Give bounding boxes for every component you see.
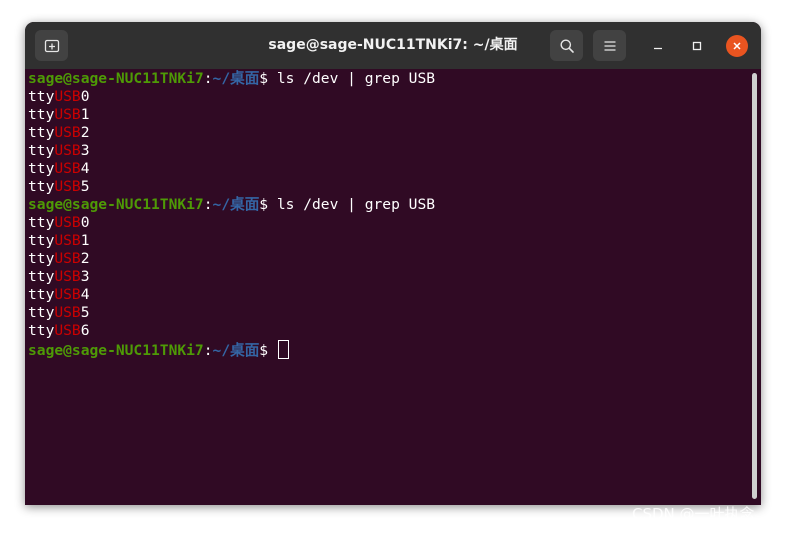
terminal-area[interactable]: sage@sage-NUC11TNKi7:~/桌面$ ls /dev | gre… xyxy=(25,69,761,505)
output-suffix: 5 xyxy=(80,178,90,195)
grep-match: USB xyxy=(54,304,81,321)
prompt-user: sage@sage-NUC11TNKi7 xyxy=(28,342,204,359)
output-prefix: tty xyxy=(28,88,55,105)
grep-match: USB xyxy=(54,160,81,177)
output-suffix: 4 xyxy=(80,160,90,177)
grep-match: USB xyxy=(54,250,81,267)
prompt-symbol: $ xyxy=(259,70,277,87)
output-prefix: tty xyxy=(28,322,55,339)
scrollbar[interactable] xyxy=(752,73,757,499)
grep-match: USB xyxy=(54,88,81,105)
output-suffix: 1 xyxy=(80,106,90,123)
maximize-button[interactable] xyxy=(686,35,708,57)
grep-match: USB xyxy=(54,322,81,339)
prompt-line: sage@sage-NUC11TNKi7:~/桌面$ ls /dev | gre… xyxy=(28,70,435,88)
output-line: ttyUSB3 xyxy=(28,268,435,286)
grep-match: USB xyxy=(54,178,81,195)
grep-match: USB xyxy=(54,106,81,123)
output-suffix: 3 xyxy=(80,268,90,285)
new-tab-icon xyxy=(44,39,59,52)
output-line: ttyUSB0 xyxy=(28,214,435,232)
command-text: ls /dev | grep USB xyxy=(276,196,436,213)
output-suffix: 4 xyxy=(80,286,90,303)
output-line: ttyUSB1 xyxy=(28,232,435,250)
output-line: ttyUSB6 xyxy=(28,322,435,340)
window-title: sage@sage-NUC11TNKi7: ~/桌面 xyxy=(268,37,518,53)
output-suffix: 3 xyxy=(80,142,90,159)
grep-match: USB xyxy=(54,124,81,141)
output-prefix: tty xyxy=(28,178,55,195)
output-suffix: 2 xyxy=(80,124,90,141)
output-suffix: 2 xyxy=(80,250,90,267)
command-text: ls /dev | grep USB xyxy=(276,70,436,87)
output-line: ttyUSB2 xyxy=(28,250,435,268)
minimize-button[interactable] xyxy=(647,35,669,57)
prompt-path: ~/桌面 xyxy=(212,196,260,213)
output-suffix: 0 xyxy=(80,214,90,231)
grep-match: USB xyxy=(54,142,81,159)
output-prefix: tty xyxy=(28,124,55,141)
prompt-symbol: $ xyxy=(259,196,277,213)
title-bar[interactable]: sage@sage-NUC11TNKi7: ~/桌面 xyxy=(25,22,761,69)
output-line: ttyUSB4 xyxy=(28,160,435,178)
prompt-line: sage@sage-NUC11TNKi7:~/桌面$ xyxy=(28,340,435,359)
minimize-icon xyxy=(654,47,662,50)
grep-match: USB xyxy=(54,214,81,231)
output-suffix: 0 xyxy=(80,88,90,105)
grep-match: USB xyxy=(54,286,81,303)
output-prefix: tty xyxy=(28,142,55,159)
output-line: ttyUSB0 xyxy=(28,88,435,106)
hamburger-menu-icon xyxy=(604,40,615,51)
close-icon xyxy=(733,42,741,50)
terminal-output: sage@sage-NUC11TNKi7:~/桌面$ ls /dev | gre… xyxy=(28,70,435,359)
prompt-separator: : xyxy=(203,70,213,87)
output-prefix: tty xyxy=(28,214,55,231)
output-prefix: tty xyxy=(28,106,55,123)
terminal-window: sage@sage-NUC11TNKi7: ~/桌面 sage@sage-NUC… xyxy=(25,22,761,505)
output-suffix: 6 xyxy=(80,322,90,339)
prompt-user: sage@sage-NUC11TNKi7 xyxy=(28,70,204,87)
output-prefix: tty xyxy=(28,304,55,321)
output-suffix: 5 xyxy=(80,304,90,321)
output-line: ttyUSB2 xyxy=(28,124,435,142)
output-prefix: tty xyxy=(28,286,55,303)
prompt-path: ~/桌面 xyxy=(212,342,260,359)
output-prefix: tty xyxy=(28,250,55,267)
watermark: CSDN @一叶执念 xyxy=(632,505,755,523)
grep-match: USB xyxy=(54,232,81,249)
output-line: ttyUSB5 xyxy=(28,304,435,322)
menu-button[interactable] xyxy=(593,30,626,61)
close-button[interactable] xyxy=(726,35,748,57)
output-suffix: 1 xyxy=(80,232,90,249)
output-line: ttyUSB5 xyxy=(28,178,435,196)
prompt-user: sage@sage-NUC11TNKi7 xyxy=(28,196,204,213)
grep-match: USB xyxy=(54,268,81,285)
prompt-path: ~/桌面 xyxy=(212,70,260,87)
output-line: ttyUSB4 xyxy=(28,286,435,304)
new-tab-button[interactable] xyxy=(35,30,68,61)
maximize-icon xyxy=(692,41,702,51)
prompt-separator: : xyxy=(203,342,213,359)
output-prefix: tty xyxy=(28,268,55,285)
search-icon xyxy=(560,39,574,53)
prompt-line: sage@sage-NUC11TNKi7:~/桌面$ ls /dev | gre… xyxy=(28,196,435,214)
prompt-symbol: $ xyxy=(259,342,277,359)
prompt-separator: : xyxy=(203,196,213,213)
search-button[interactable] xyxy=(550,30,583,61)
output-line: ttyUSB1 xyxy=(28,106,435,124)
output-prefix: tty xyxy=(28,160,55,177)
output-line: ttyUSB3 xyxy=(28,142,435,160)
output-prefix: tty xyxy=(28,232,55,249)
text-cursor xyxy=(277,340,289,359)
